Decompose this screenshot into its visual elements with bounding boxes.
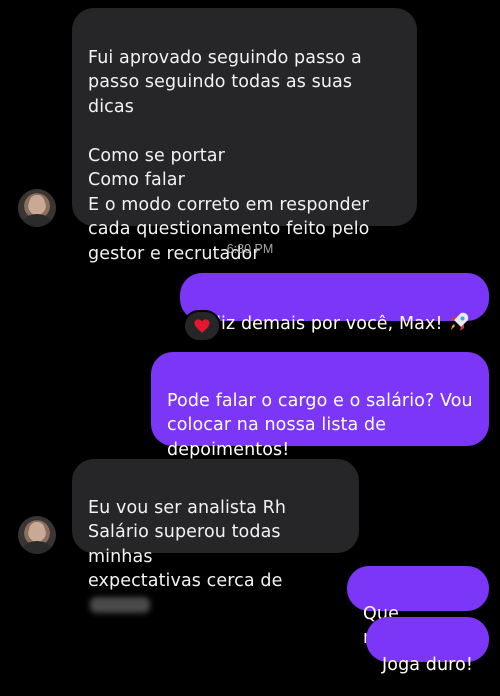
message-text: Eu vou ser analista Rh Salário superou t…: [88, 497, 287, 592]
sender-avatar[interactable]: [18, 516, 56, 554]
avatar-face: [29, 522, 45, 542]
incoming-message[interactable]: Eu vou ser analista Rh Salário superou t…: [72, 459, 359, 613]
avatar-face: [29, 195, 45, 215]
chat-thread[interactable]: Fui aprovado seguindo passo a passo segu…: [0, 0, 500, 696]
avatar-body: [22, 214, 52, 227]
sender-avatar[interactable]: [18, 189, 56, 227]
outgoing-message[interactable]: Joga duro!: [366, 617, 489, 675]
rocket-emoji-icon: [449, 312, 468, 331]
outgoing-message[interactable]: Que massa!!!: [347, 566, 489, 648]
message-text: Pode falar o cargo e o salário? Vou colo…: [167, 390, 473, 460]
outgoing-message[interactable]: Feliz demais por você, Max!: [180, 273, 489, 334]
avatar-body: [22, 541, 52, 554]
incoming-message[interactable]: Fui aprovado seguindo passo a passo segu…: [72, 8, 417, 264]
message-timestamp: 6:30 PM: [226, 242, 274, 256]
heart-reaction[interactable]: [183, 310, 221, 342]
message-text: Fui aprovado seguindo passo a passo segu…: [88, 47, 370, 264]
message-text: Joga duro!: [382, 654, 473, 675]
heart-reaction-icon: [194, 319, 210, 333]
blurred-salary: [90, 596, 150, 613]
message-text: Feliz demais por você, Max!: [196, 313, 443, 334]
outgoing-message[interactable]: Pode falar o cargo e o salário? Vou colo…: [151, 352, 489, 460]
